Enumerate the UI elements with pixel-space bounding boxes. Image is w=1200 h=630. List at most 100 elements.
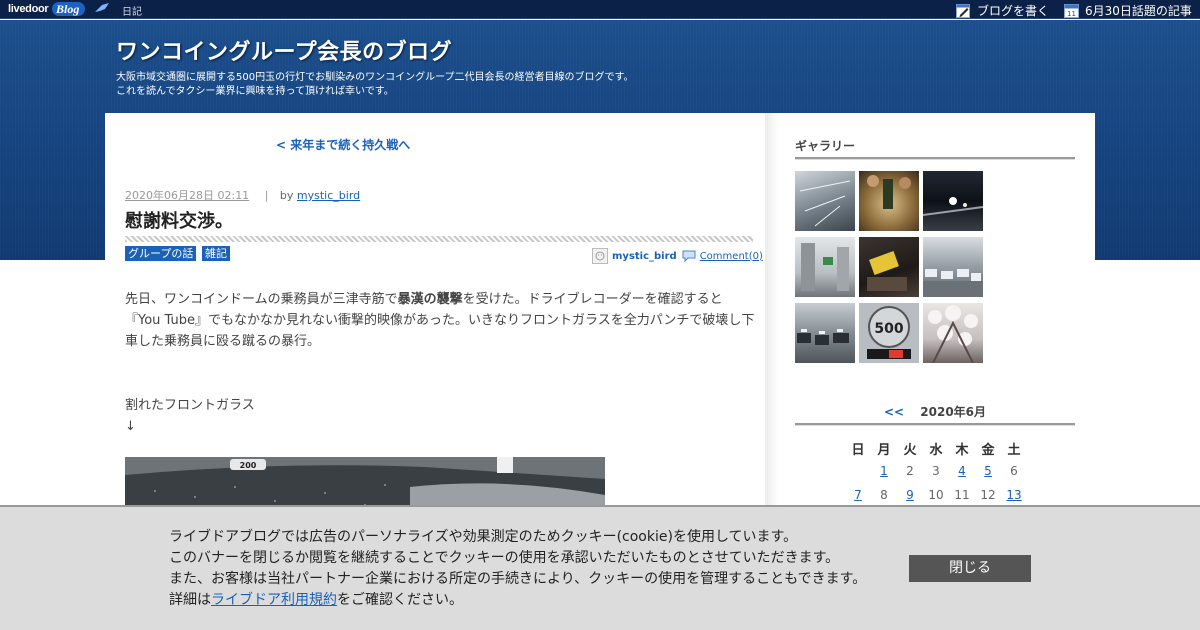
cookie-line-4: 詳細はライブドア利用規約をご確認ください。: [169, 590, 866, 611]
post-meta: 2020年06月28日 02:11 | by mystic_bird: [125, 187, 360, 203]
thumb-7-art: [797, 329, 849, 345]
write-blog-link[interactable]: ブログを書く: [956, 2, 1049, 19]
calendar-day-link[interactable]: 13: [1001, 483, 1027, 507]
post-body: 先日、ワンコインドームの乗務員が三津寺筋で暴漢の襲撃を受けた。ドライブレコーダー…: [125, 289, 755, 352]
topic-articles-link[interactable]: 11 6月30日話題の記事: [1064, 2, 1192, 19]
calendar-weekday: 木: [955, 442, 969, 458]
category-tag-group[interactable]: グループの話: [125, 246, 197, 261]
livedoor-blog-logo[interactable]: livedoor Blog: [8, 1, 109, 18]
calendar-day-link[interactable]: 9: [897, 483, 923, 507]
logo-text-blog: Blog: [52, 2, 86, 16]
thumb-9-art: [928, 305, 978, 363]
top-nav-diary-link[interactable]: 日記: [122, 3, 142, 18]
gallery-thumb-1[interactable]: [795, 171, 855, 231]
calendar-day: [845, 459, 871, 483]
terms-of-use-link[interactable]: ライブドア利用規約: [211, 592, 337, 608]
post-by-label: by: [279, 189, 294, 202]
category-tag-misc[interactable]: 雑記: [202, 246, 230, 261]
caption-text: 割れたフロントガラス: [125, 398, 255, 413]
calendar-heading: << 2020年6月: [795, 403, 1075, 420]
face-icon: [595, 251, 605, 261]
calendar-day-link-text[interactable]: 7: [854, 488, 862, 502]
cookie-line-3: また、お客様は当社パートナー企業における所定の手続きにより、クッキーの使用を管理…: [169, 571, 867, 587]
gallery-thumb-5[interactable]: [859, 237, 919, 297]
blog-description-line-1: 大阪市域交通圏に展開する500円玉の行灯でお馴染みのワンコイングループ二代目会長…: [116, 72, 634, 83]
gallery-thumb-6[interactable]: [923, 237, 983, 297]
calendar-day-link[interactable]: 5: [975, 459, 1001, 483]
thumb-8-art: 500: [867, 306, 911, 359]
calendar-heading-rule: [795, 423, 1075, 426]
calendar-day: 6: [1010, 464, 1018, 478]
gallery-thumb-4[interactable]: [795, 237, 855, 297]
bird-icon: [95, 3, 109, 12]
taxi-sign-text: 200: [240, 461, 257, 470]
cookie-line-4-suffix: をご確認ください。: [337, 592, 463, 608]
cookie-line-4-prefix: 詳細は: [169, 592, 211, 608]
calendar-table: 日月火水木金土 123456 7 8 9 10 11 12 13: [845, 437, 1027, 507]
calendar-day: 11: [954, 488, 970, 502]
post-body-bold: 暴漢の襲撃: [397, 292, 463, 307]
title-underline: [125, 236, 753, 242]
logo-text-livedoor: livedoor: [8, 3, 49, 15]
calendar-day: 2: [906, 464, 914, 478]
gallery-thumb-2[interactable]: [859, 171, 919, 231]
calendar-day-link-text[interactable]: 5: [984, 464, 992, 478]
gallery-thumb-8[interactable]: 500: [859, 303, 919, 363]
previous-article-link[interactable]: < 来年まで続く持久戦へ: [276, 136, 410, 153]
post-author-link[interactable]: mystic_bird: [297, 189, 360, 202]
calendar-weekday: 日: [851, 442, 865, 458]
thumb-1-art: [799, 180, 851, 227]
blog-title[interactable]: ワンコイングループ会長のブログ: [116, 34, 452, 66]
calendar-weekday: 火: [903, 442, 917, 458]
post-author-box: mystic_bird Comment(0): [592, 248, 763, 264]
cookie-message: ライブドアブログでは広告のパーソナライズや効果測定のためクッキー(cookie)…: [169, 527, 866, 611]
blog-description: 大阪市域交通圏に展開する500円玉の行灯でお馴染みのワンコイングループ二代目会長…: [116, 71, 634, 99]
post-body-text-1: 先日、ワンコインドームの乗務員が三津寺筋で: [125, 292, 398, 307]
calendar-day: 10: [928, 488, 944, 502]
gallery-heading-rule: [795, 157, 1075, 160]
calendar-weekday: 水: [929, 442, 943, 458]
calendar-day-link-text[interactable]: 4: [958, 464, 966, 478]
global-top-bar: livedoor Blog 日記 ブログを書く 11 6月30日話題の記事: [0, 0, 1200, 19]
gallery-thumb-9[interactable]: [923, 303, 983, 363]
calendar-day: 8: [880, 488, 888, 502]
thumb-6-art: [923, 269, 983, 297]
thumb-4-art: [801, 243, 849, 291]
thumb-5-art: [867, 251, 907, 291]
gallery-thumb-3[interactable]: [923, 171, 983, 231]
calendar-week-row: 7 8 9 10 11 12 13: [845, 483, 1027, 507]
calendar-icon-day: 11: [1067, 10, 1076, 18]
calendar-weekday-row: 日月火水木金土: [845, 437, 1027, 459]
comment-count-link[interactable]: Comment(0): [700, 251, 763, 262]
calendar-day-link-text[interactable]: 9: [906, 488, 914, 502]
gallery-thumb-7[interactable]: [795, 303, 855, 363]
calendar-icon: 11: [1064, 3, 1079, 18]
calendar-prev-month-link[interactable]: <<: [884, 405, 904, 419]
calendar-day-link-text[interactable]: 1: [880, 464, 888, 478]
cookie-consent-banner: ライブドアブログでは広告のパーソナライズや効果測定のためクッキー(cookie)…: [0, 505, 1200, 630]
calendar-day-link[interactable]: 4: [949, 459, 975, 483]
thumb-sign-number: 500: [874, 321, 903, 337]
image-caption: 割れたフロントガラス ↓: [125, 395, 255, 437]
calendar-day: 3: [932, 464, 940, 478]
author-box-name[interactable]: mystic_bird: [612, 251, 677, 262]
cookie-line-2: このバナーを閉じるか閲覧を継続することでクッキーの使用を承認いただいたものとさせ…: [169, 550, 840, 566]
calendar-day-link[interactable]: 7: [845, 483, 871, 507]
author-avatar[interactable]: [592, 248, 608, 264]
pencil-notepad-icon: [956, 3, 971, 18]
meta-separator: |: [264, 189, 269, 202]
thumb-2-art: [867, 175, 911, 209]
thumb-3-art: [923, 197, 983, 216]
calendar-weekday: 土: [1007, 442, 1021, 458]
calendar-month-label: 2020年6月: [920, 405, 987, 419]
calendar-day-link[interactable]: 1: [871, 459, 897, 483]
post-title[interactable]: 慰謝料交渉。: [125, 207, 233, 233]
calendar-day-link-text[interactable]: 13: [1006, 488, 1021, 502]
column-divider-shadow: [765, 113, 779, 508]
blog-description-line-2: これを読んでタクシー業界に興味を持って頂ければ幸いです。: [116, 86, 394, 97]
cookie-close-button[interactable]: 閉じる: [909, 555, 1031, 582]
post-date[interactable]: 2020年06月28日 02:11: [125, 189, 249, 202]
calendar-week-row: 1 2 3 4 5 6: [845, 459, 1027, 483]
calendar-weekday: 月: [877, 442, 891, 458]
gallery-heading: ギャラリー: [795, 139, 856, 153]
